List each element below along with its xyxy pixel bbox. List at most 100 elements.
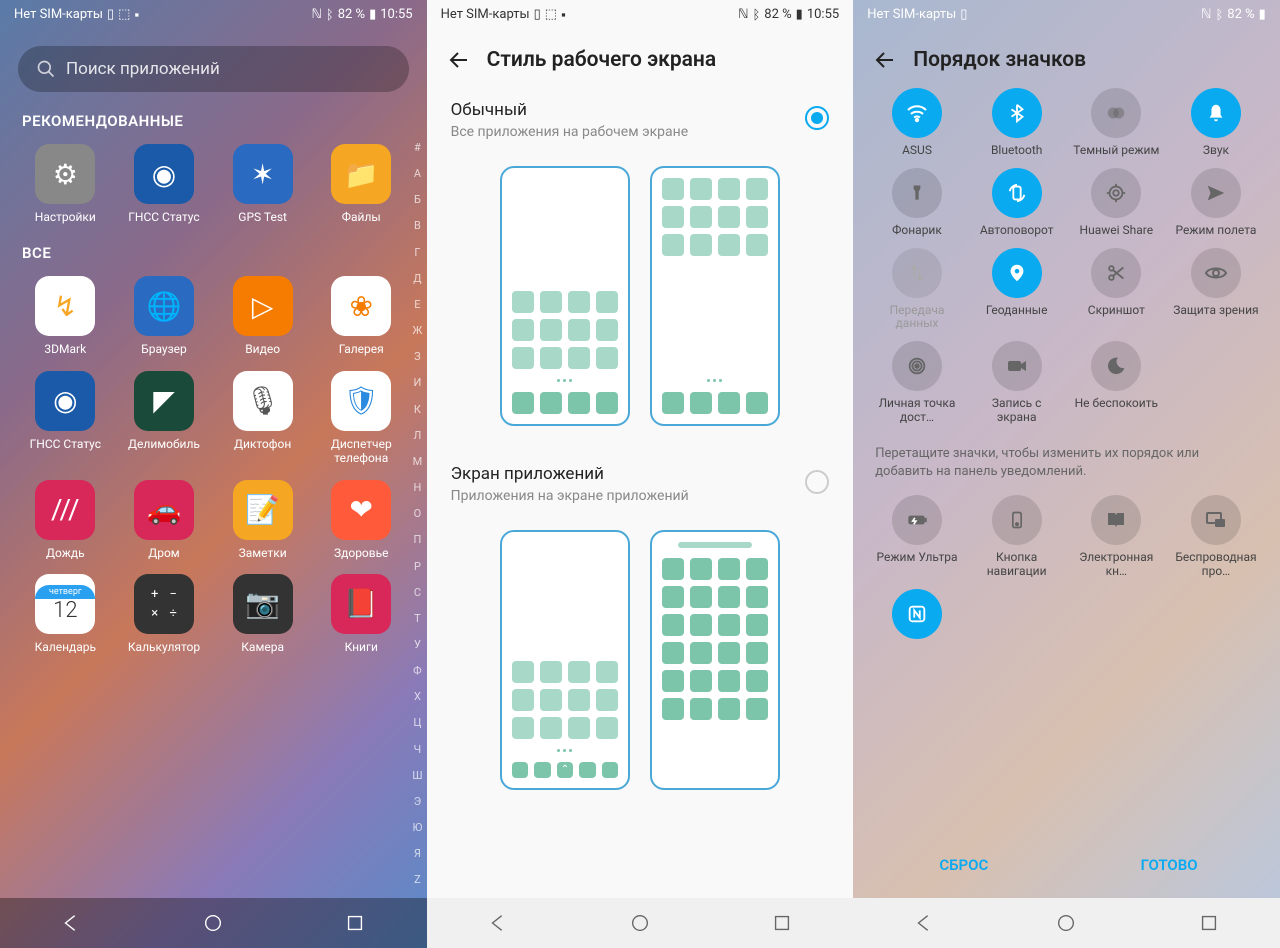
torch-icon [892,168,942,218]
index-letter[interactable]: Р [412,559,422,574]
nav-back[interactable] [487,912,509,934]
index-letter[interactable]: А [412,166,422,181]
index-letter[interactable]: Ш [412,768,422,783]
tile-bt[interactable]: Bluetooth [969,88,1065,158]
bt-icon [992,88,1042,138]
index-letter[interactable]: Ф [412,663,422,678]
preview-drawer-1: ⌃ [500,530,630,790]
nav-recent[interactable] [1198,912,1220,934]
tile-torch[interactable]: Фонарик [869,168,965,238]
index-letter[interactable]: И [412,375,422,390]
index-letter[interactable]: М [412,454,422,469]
phone-home-style-settings: Нет SIM-карты ▯ ⬚ ▪ ℕ ᛒ 82 % ▮ 10:55 Сти… [427,0,854,948]
nav-recent[interactable] [344,912,366,934]
nav-recent[interactable] [771,912,793,934]
index-letter[interactable]: Д [412,271,422,286]
radio-unselected[interactable] [805,470,829,494]
app-здоровье[interactable]: ❤Здоровье [312,480,411,560]
tile-navbtn[interactable]: Кнопка навигации [969,495,1065,579]
tile-scissors[interactable]: Скриншот [1068,248,1164,332]
tile-label: Автоповорот [980,224,1054,238]
app-дождь[interactable]: ///Дождь [16,480,115,560]
nav-back[interactable] [913,912,935,934]
index-letter[interactable]: Ю [412,820,422,835]
index-letter[interactable]: Я [412,846,422,861]
tile-book[interactable]: Электронная кн… [1068,495,1164,579]
app-видео[interactable]: ▷Видео [213,276,312,356]
tile-pin[interactable]: Геоданные [969,248,1065,332]
tile-share[interactable]: Huawei Share [1068,168,1164,238]
index-letter[interactable]: С [412,585,422,600]
rotate-icon [992,168,1042,218]
battery-pct: 82 % [1227,7,1254,22]
index-letter[interactable]: Н [412,480,422,495]
bt-icon: ᛒ [326,7,334,22]
tile-hotspot[interactable]: Личная точка дост… [869,341,965,425]
tile-rotate[interactable]: Автоповорот [969,168,1065,238]
index-letter[interactable]: Ж [412,323,422,338]
app-гнсс-статус[interactable]: ◉ГНСС Статус [115,144,214,224]
tile-ultra[interactable]: Режим Ультра [869,495,965,579]
tile-moon[interactable]: Не беспокоить [1068,341,1164,425]
index-letter[interactable]: Б [412,192,422,207]
tile-nfc[interactable] [869,589,965,639]
app-диктофон[interactable]: 🎙Диктофон [213,371,312,466]
back-button[interactable] [873,48,897,72]
index-letter[interactable]: Е [412,297,422,312]
app-3dmark[interactable]: ↯3DMark [16,276,115,356]
app-настройки[interactable]: ⚙Настройки [16,144,115,224]
index-letter[interactable]: Л [412,428,422,443]
nav-home[interactable] [202,912,224,934]
index-letter[interactable]: К [412,402,422,417]
nav-back[interactable] [60,912,82,934]
tile-cast[interactable]: Беспроводная про… [1168,495,1264,579]
option-standard[interactable]: Обычный Все приложения на рабочем экране [427,86,854,150]
index-letter[interactable]: Х [412,689,422,704]
app-делимобиль[interactable]: ◤Делимобиль [115,371,214,466]
app-дром[interactable]: 🚗Дром [115,480,214,560]
done-button[interactable]: ГОТОВО [1066,840,1271,890]
tile-bell[interactable]: Звук [1168,88,1264,158]
nav-home[interactable] [1055,912,1077,934]
tile-dark[interactable]: Темный режим [1068,88,1164,158]
nav-home[interactable] [629,912,651,934]
index-letter[interactable]: Ч [412,742,422,757]
index-letter[interactable]: Ц [412,715,422,730]
app-браузер[interactable]: 🌐Браузер [115,276,214,356]
app-калькулятор[interactable]: +−×÷Калькулятор [115,574,214,654]
index-letter[interactable]: В [412,218,422,233]
navbtn-icon [992,495,1042,545]
index-letter[interactable]: Г [412,245,422,260]
app-камера[interactable]: 📷Камера [213,574,312,654]
index-letter[interactable]: # [412,140,422,155]
app-галерея[interactable]: ❀Галерея [312,276,411,356]
index-letter[interactable]: У [412,637,422,652]
app-книги[interactable]: 📕Книги [312,574,411,654]
app-файлы[interactable]: 📁Файлы [312,144,411,224]
tile-rec[interactable]: Запись с экрана [969,341,1065,425]
reset-button[interactable]: СБРОС [861,840,1066,890]
index-letter[interactable]: О [412,506,422,521]
tile-plane[interactable]: Режим полета [1168,168,1264,238]
back-button[interactable] [447,48,471,72]
alpha-index[interactable]: # АБВГДЕЖЗИКЛМНОПРСТУФХЦЧШЭЮЯZ [412,140,422,888]
option-drawer[interactable]: Экран приложений Приложения на экране пр… [427,450,854,514]
app-гнсс-статус[interactable]: ◉ГНСС Статус [16,371,115,466]
option-title: Обычный [451,100,806,120]
index-letter[interactable]: З [412,349,422,364]
app-диспетчер-телефона[interactable]: 🛡Диспетчер телефона [312,371,411,466]
app-gps-test[interactable]: ✶GPS Test [213,144,312,224]
app-календарь[interactable]: четверг12Календарь [16,574,115,654]
index-letter[interactable]: Z [412,872,422,887]
tile-wifi[interactable]: ASUS [869,88,965,158]
index-letter[interactable]: Т [412,611,422,626]
tile-eye[interactable]: Защита зрения [1168,248,1264,332]
index-letter[interactable]: Э [412,794,422,809]
index-letter[interactable]: П [412,532,422,547]
sim-status: Нет SIM-карты [867,7,956,22]
app-заметки[interactable]: 📝Заметки [213,480,312,560]
indicator-icon: ▪ [134,7,139,22]
search-input[interactable]: Поиск приложений [18,46,409,92]
radio-selected[interactable] [805,106,829,130]
tile-data[interactable]: Передача данных [869,248,965,332]
